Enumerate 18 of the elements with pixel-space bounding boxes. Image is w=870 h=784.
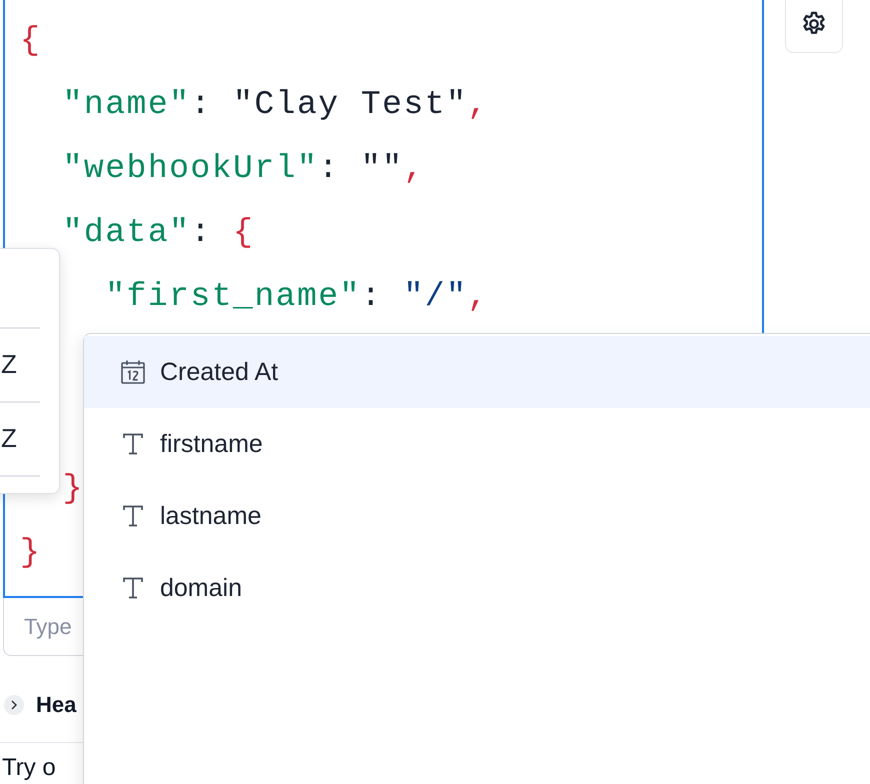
text-type-icon (120, 503, 146, 529)
code-line: } (20, 534, 42, 570)
dropdown-item[interactable]: Created At (84, 336, 870, 408)
settings-button[interactable] (785, 0, 843, 53)
code-line: } (62, 470, 84, 506)
code-line: "name": "Clay Test", (62, 86, 489, 122)
code-line: "data": { (62, 214, 254, 250)
menu-item[interactable]: Z (1, 349, 17, 380)
code-line: { (20, 22, 42, 58)
code-line: "webhookUrl": "", (62, 150, 425, 186)
code-line: "first_name": "/", (104, 278, 489, 314)
menu-item[interactable]: Z (1, 423, 17, 454)
calendar-icon (120, 359, 146, 385)
chevron-icon[interactable] (4, 695, 24, 715)
text-type-icon (120, 575, 146, 601)
section-label[interactable]: Hea (36, 692, 76, 718)
section-label: Try o (2, 754, 56, 781)
text-type-icon (120, 431, 146, 457)
